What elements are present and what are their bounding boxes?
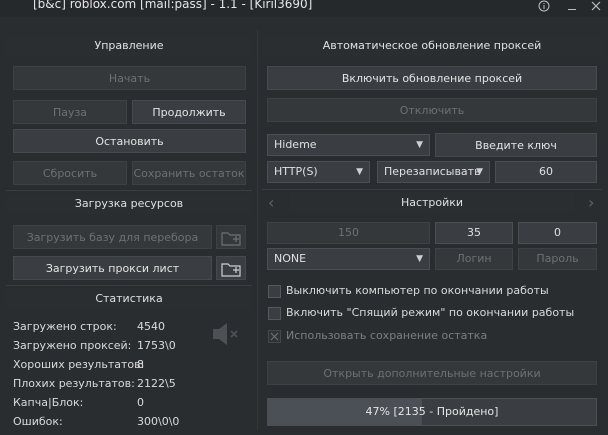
minimize-icon[interactable] xyxy=(566,0,578,12)
stat-value: 4540 xyxy=(137,320,165,333)
info-icon[interactable] xyxy=(538,0,550,12)
progress-text: 47% [2135 - Пройдено] xyxy=(365,405,499,418)
chevron-down-icon: ▼ xyxy=(356,167,363,177)
folder-icon xyxy=(221,263,241,277)
divider xyxy=(262,189,602,190)
progress-bar: 47% [2135 - Пройдено] xyxy=(267,398,597,426)
provider-select[interactable]: Hideme ▼ xyxy=(267,134,430,156)
chevron-right-icon[interactable]: › xyxy=(588,193,594,213)
retries-input[interactable]: 0 xyxy=(518,222,597,244)
provider-value: Hideme xyxy=(274,138,317,151)
save-rest-label: Использовать сохранение остатка xyxy=(286,329,488,342)
load-base-folder-button[interactable] xyxy=(216,225,246,249)
chevron-down-icon: ▼ xyxy=(416,254,423,264)
column-divider xyxy=(257,30,258,430)
sound-muted-icon[interactable] xyxy=(211,321,241,347)
check-icon xyxy=(270,332,279,341)
start-button[interactable]: Начать xyxy=(13,66,246,90)
shutdown-checkbox[interactable] xyxy=(268,285,281,298)
stop-button[interactable]: Остановить xyxy=(13,129,246,153)
auth-type-select[interactable]: NONE ▼ xyxy=(267,248,430,270)
stat-value: 0 xyxy=(137,396,144,409)
threads-input[interactable]: 150 xyxy=(267,222,430,244)
stat-value: 300\0\0 xyxy=(137,415,180,428)
disable-proxy-update-button[interactable]: Отключить xyxy=(267,98,597,122)
stat-label: Плохих результатов: xyxy=(13,377,135,390)
divider xyxy=(6,285,252,286)
proxy-update-header: Автоматическое обновление проксей xyxy=(262,36,602,56)
sleep-checkbox[interactable] xyxy=(268,307,281,320)
password-input[interactable]: Пароль xyxy=(518,248,597,270)
stats-header: Статистика xyxy=(6,289,252,309)
login-input[interactable]: Логин xyxy=(435,248,513,270)
stat-value: 2122\5 xyxy=(137,377,176,390)
timeout-input[interactable]: 35 xyxy=(435,222,513,244)
mode-value: Перезаписывать xyxy=(384,165,481,178)
save-rest-checkbox[interactable] xyxy=(268,330,281,343)
window-title: [b&c] roblox.com [mail:pass] - 1.1 - [Ki… xyxy=(33,0,313,11)
stat-value: 1753\0 xyxy=(137,339,176,352)
stat-value: 8 xyxy=(137,358,144,371)
more-settings-button[interactable]: Открыть дополнительные настройки xyxy=(267,361,597,385)
load-proxy-folder-button[interactable] xyxy=(216,256,246,280)
interval-input[interactable]: 60 xyxy=(495,161,597,183)
pause-button[interactable]: Пауза xyxy=(13,100,127,124)
mode-select[interactable]: Перезаписывать ▼ xyxy=(377,161,490,183)
chevron-down-icon: ▼ xyxy=(416,140,423,150)
close-icon[interactable] xyxy=(590,0,602,12)
stat-label: Загружено строк: xyxy=(13,320,117,333)
stat-label: Ошибок: xyxy=(13,415,63,428)
stat-label: Капча|Блок: xyxy=(13,396,84,409)
reset-button[interactable]: Сбросить xyxy=(13,161,127,185)
protocol-select[interactable]: HTTP(S) ▼ xyxy=(267,161,370,183)
folder-icon xyxy=(221,232,241,246)
title-bar: [b&c] roblox.com [mail:pass] - 1.1 - [Ki… xyxy=(0,0,608,17)
resume-button[interactable]: Продолжить xyxy=(132,100,246,124)
enable-proxy-update-button[interactable]: Включить обновление проксей xyxy=(267,66,597,90)
chevron-left-icon[interactable]: ‹ xyxy=(268,193,274,213)
settings-header: Настройки xyxy=(290,193,574,213)
control-header: Управление xyxy=(6,36,252,56)
save-rest-button[interactable]: Сохранить остаток xyxy=(132,161,246,185)
load-base-button[interactable]: Загрузить базу для перебора xyxy=(13,225,212,249)
sleep-label: Включить "Спящий режим" по окончании раб… xyxy=(286,306,575,319)
chevron-down-icon: ▼ xyxy=(476,167,483,177)
auth-type-value: NONE xyxy=(274,252,307,265)
stat-label: Хороших результатов: xyxy=(13,358,145,371)
resources-header: Загрузка ресурсов xyxy=(6,194,252,214)
shutdown-label: Выключить компьютер по окончании работы xyxy=(286,284,549,297)
divider xyxy=(6,190,252,191)
stat-label: Загружено проксей: xyxy=(13,339,132,352)
protocol-value: HTTP(S) xyxy=(274,165,318,178)
load-proxy-button[interactable]: Загрузить прокси лист xyxy=(13,256,212,280)
enter-key-button[interactable]: Введите ключ xyxy=(435,133,597,157)
